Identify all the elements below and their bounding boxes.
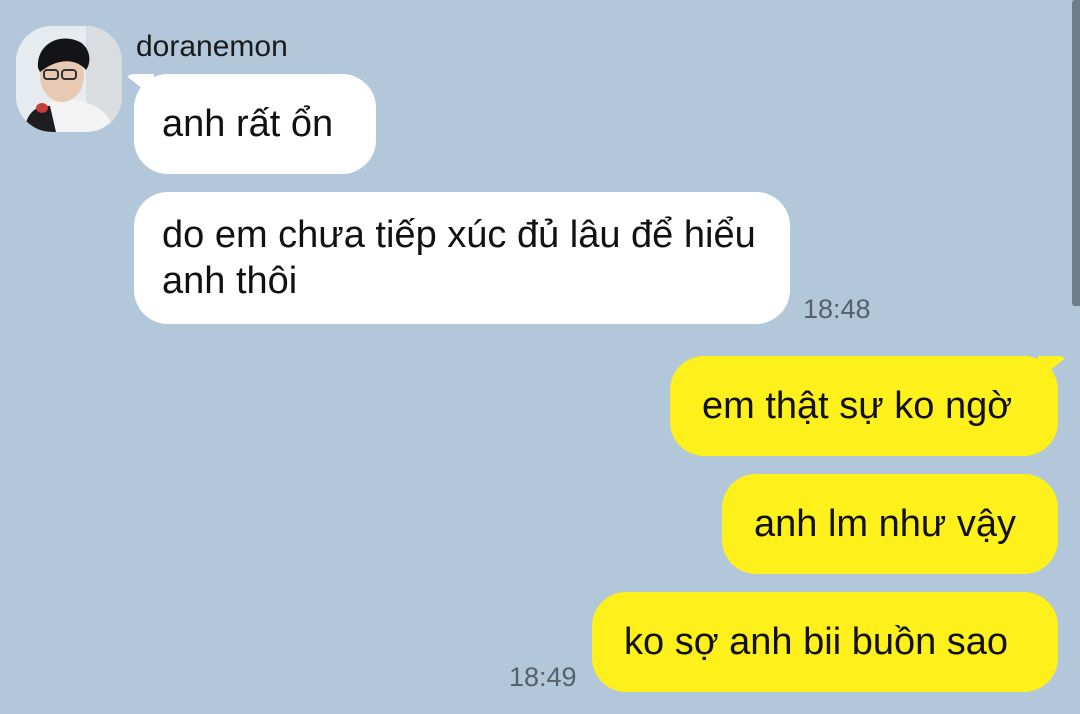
scrollbar[interactable] bbox=[1072, 0, 1080, 306]
message-text: do em chưa tiếp xúc đủ lâu để hiểu anh t… bbox=[162, 214, 756, 302]
outgoing-message-bubble[interactable]: em thật sự ko ngờ bbox=[670, 356, 1058, 456]
message-timestamp: 18:49 bbox=[509, 662, 577, 692]
message-timestamp: 18:48 bbox=[803, 294, 871, 324]
outgoing-message-bubble[interactable]: anh lm như vậy bbox=[722, 474, 1058, 574]
message-text: ko sợ anh bii buồn sao bbox=[624, 621, 1009, 663]
message-text: anh rất ổn bbox=[162, 103, 334, 145]
message-text: anh lm như vậy bbox=[754, 503, 1017, 545]
incoming-message-bubble[interactable]: anh rất ổn bbox=[134, 74, 376, 174]
avatar-photo-icon bbox=[16, 26, 122, 132]
sender-avatar[interactable] bbox=[16, 26, 122, 132]
sender-name: doranemon bbox=[136, 30, 288, 63]
incoming-message-bubble[interactable]: do em chưa tiếp xúc đủ lâu để hiểu anh t… bbox=[134, 192, 790, 324]
outgoing-message-bubble[interactable]: ko sợ anh bii buồn sao bbox=[592, 592, 1058, 692]
message-text: em thật sự ko ngờ bbox=[702, 385, 1013, 427]
